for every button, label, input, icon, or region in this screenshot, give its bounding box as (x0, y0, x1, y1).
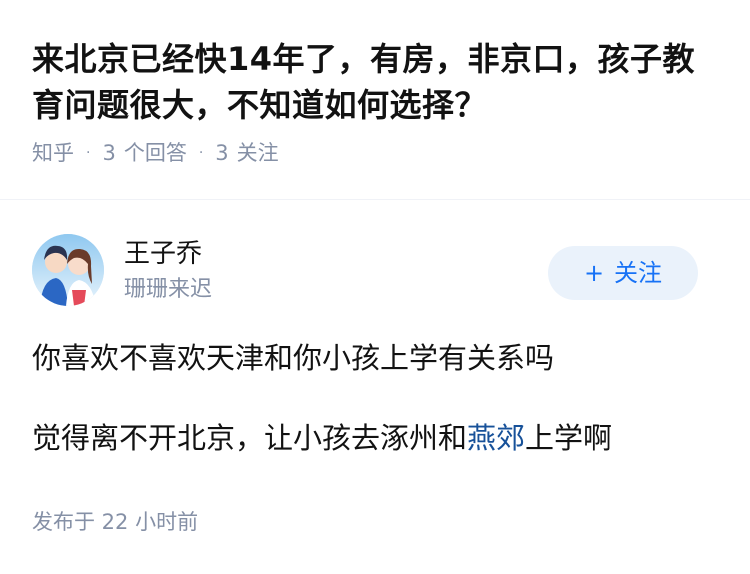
section-divider (0, 199, 750, 200)
follow-count: 3 (215, 141, 229, 165)
question-header: 来北京已经快14年了，有房，非京口，孩子教育问题很大，不知道如何选择？ 知乎 ·… (32, 36, 722, 166)
author-name[interactable]: 王子乔 (124, 238, 202, 270)
answer-count-label[interactable]: 个回答 (124, 140, 187, 166)
follow-count-label: 关注 (236, 141, 279, 165)
topic-link[interactable]: 燕郊 (467, 421, 525, 455)
publish-time: 发布于 22 小时前 (32, 510, 199, 534)
meta-separator: · (198, 145, 204, 161)
answer-paragraph: 你喜欢不喜欢天津和你小孩上学有关系吗 (32, 341, 555, 375)
avatar-icon[interactable] (32, 234, 104, 306)
answer-count: 3 (102, 141, 116, 165)
avatar-illustration (32, 234, 104, 306)
answer-text: 觉得离不开北京，让小孩去涿州和 (32, 421, 468, 455)
plus-icon: + (583, 259, 605, 287)
meta-separator: · (86, 145, 91, 161)
answer-author-row: 王子乔 珊珊来迟 + 关注 (32, 234, 698, 310)
author-subtitle: 珊珊来迟 (124, 277, 213, 302)
answer-paragraph: 觉得离不开北京，让小孩去涿州和燕郊上学啊 (32, 416, 722, 460)
question-title[interactable]: 来北京已经快14年了，有房，非京口，孩子教育问题很大，不知道如何选择？ (32, 36, 722, 128)
follow-button-label: 关注 (614, 259, 663, 287)
question-meta: 知乎 · 3 个回答 · 3 关注 (32, 140, 722, 166)
answer-content: 你喜欢不喜欢天津和你小孩上学有关系吗 觉得离不开北京，让小孩去涿州和燕郊上学啊 (32, 336, 722, 460)
follow-button[interactable]: + 关注 (548, 246, 698, 300)
source-label[interactable]: 知乎 (32, 140, 74, 166)
answer-text: 上学啊 (525, 421, 613, 455)
